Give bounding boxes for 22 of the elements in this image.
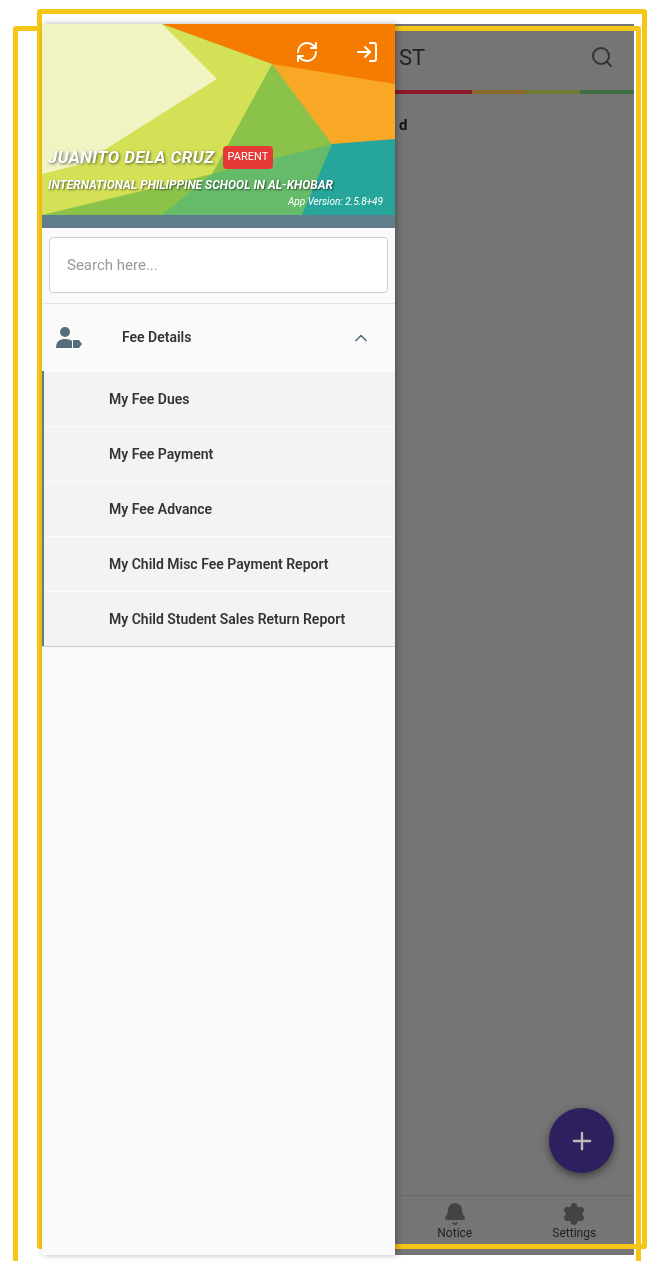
app-title: ST — [399, 43, 426, 72]
menu-group-label: Fee Details — [122, 328, 193, 347]
logout-icon[interactable] — [355, 40, 379, 64]
add-fab[interactable] — [549, 1108, 614, 1173]
menu-group-header[interactable]: Fee Details — [42, 304, 395, 371]
app-version: App Version: 2.5.8+49 — [287, 195, 383, 209]
school-name: INTERNATIONAL PHILIPPINE SCHOOL IN AL-KHOBAR — [48, 177, 335, 194]
bottom-nav-item[interactable]: Settings — [514, 1196, 634, 1249]
sync-icon[interactable] — [295, 40, 319, 64]
bottom-nav-item[interactable]: Notice — [395, 1196, 515, 1249]
submenu-item[interactable]: My Child Misc Fee Payment Report — [44, 536, 395, 591]
role-badge: PARENT — [222, 146, 274, 169]
submenu-item[interactable]: My Fee Dues — [44, 371, 395, 426]
content-text: d — [399, 115, 408, 136]
submenu-item[interactable]: My Fee Payment — [44, 426, 395, 481]
submenu-item[interactable]: My Fee Advance — [44, 481, 395, 536]
bell-icon — [442, 1202, 467, 1226]
search-icon[interactable] — [590, 45, 614, 69]
settings-icon — [562, 1202, 587, 1226]
submenu-item[interactable]: My Child Student Sales Return Report — [44, 591, 395, 646]
user-tag-icon — [56, 326, 82, 349]
search-field[interactable]: Search here... — [49, 237, 388, 293]
